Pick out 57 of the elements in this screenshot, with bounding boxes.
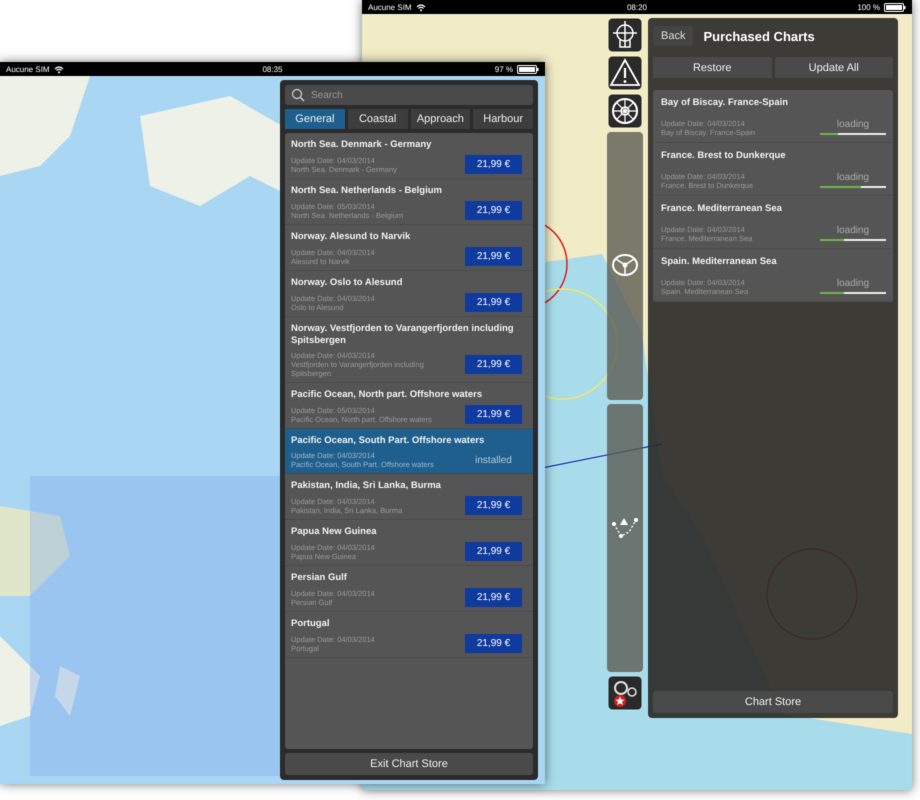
clock-label: 08:20	[626, 2, 648, 12]
tab[interactable]: General	[285, 109, 345, 129]
chart-name: France. Brest to Dunkerque	[661, 150, 787, 162]
status-label: loading	[836, 172, 870, 183]
tab[interactable]: Coastal	[348, 109, 408, 129]
status-label: loading	[836, 225, 870, 236]
chart-name: Persian Gulf	[291, 572, 348, 584]
panel-title: Purchased Charts	[703, 28, 815, 44]
chart-name: North Sea. Netherlands - Belgium	[291, 185, 443, 197]
chart-name: Spain. Mediterranean Sea	[661, 256, 778, 268]
status-label: loading	[836, 119, 870, 130]
wifi-icon	[416, 2, 426, 12]
battery-icon	[884, 2, 906, 12]
carrier-label: Aucune SIM	[368, 2, 412, 12]
tab[interactable]: Approach	[410, 109, 470, 129]
carrier-label: Aucune SIM	[6, 64, 50, 74]
chart-name: Norway. Alesund to Narvik	[291, 231, 412, 243]
price-button[interactable]: 21,99 €	[465, 496, 522, 515]
chart-name: Pacific Ocean, North part. Offshore waters	[291, 389, 484, 401]
helm-icon	[610, 252, 640, 278]
exit-button[interactable]: Exit Chart Store	[285, 753, 533, 775]
chart-name: France. Mediterranean Sea	[661, 203, 783, 215]
chart-name: North Sea. Denmark - Germany	[291, 139, 432, 151]
battery-label: 97 %	[494, 64, 513, 74]
gears-icon	[608, 676, 642, 710]
chart-name: Portugal	[291, 618, 331, 630]
price-button[interactable]: 21,99 €	[465, 405, 522, 424]
battery-label: 100 %	[857, 2, 880, 12]
search-icon	[291, 88, 305, 102]
wifi-icon	[54, 64, 64, 74]
chart-name: Pakistan, India, Sri Lanka, Burma	[291, 480, 442, 492]
price-button[interactable]: 21,99 €	[465, 293, 522, 312]
update-all-button[interactable]: Update All	[774, 57, 893, 78]
installed-label: installed	[474, 454, 513, 466]
chart-name: Bay of Biscay. France-Spain	[661, 97, 790, 109]
chart-name: Pacific Ocean, South Part. Offshore waters	[291, 435, 486, 447]
tab[interactable]: Harbour	[473, 109, 533, 129]
restore-button[interactable]: Restore	[653, 57, 772, 78]
chart-store-button[interactable]: Chart Store	[653, 691, 893, 713]
crosshair-icon	[608, 18, 642, 52]
price-button[interactable]: 21,99 €	[465, 355, 522, 374]
price-button[interactable]: 21,99 €	[465, 247, 522, 266]
price-button[interactable]: 21,99 €	[465, 201, 522, 220]
price-button[interactable]: 21,99 €	[465, 542, 522, 561]
price-button[interactable]: 21,99 €	[465, 155, 522, 174]
price-button[interactable]: 21,99 €	[465, 588, 522, 607]
back-button[interactable]: Back	[653, 26, 694, 46]
clock-label: 08:35	[262, 64, 283, 74]
chart-name: Papua New Guinea	[291, 526, 378, 538]
chart-name: Norway. Vestfjorden to Varangerfjorden including Spitsbergen	[291, 323, 515, 347]
wheel-icon	[608, 94, 642, 128]
battery-icon	[517, 64, 539, 74]
status-label: loading	[836, 278, 870, 289]
chart-name: Norway. Oslo to Alesund	[291, 277, 404, 289]
warning-icon	[608, 56, 642, 90]
search-field[interactable]: Search	[285, 85, 533, 105]
price-button[interactable]: 21,99 €	[465, 634, 522, 653]
